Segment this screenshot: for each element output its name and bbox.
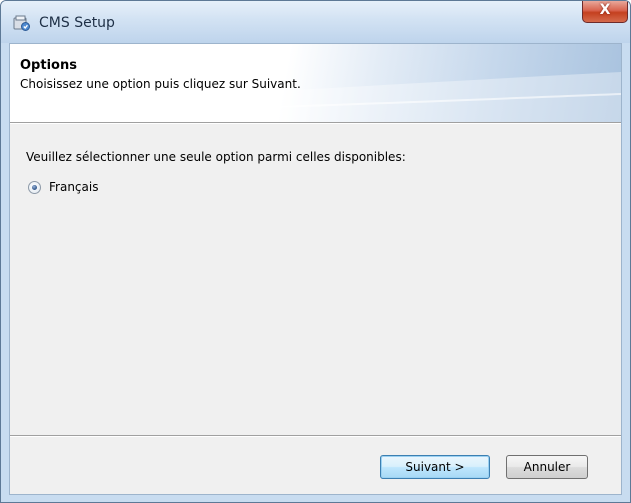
close-icon: X (599, 2, 611, 18)
page-title: Options (20, 58, 77, 73)
title-bar[interactable]: CMS Setup X (1, 1, 630, 43)
setup-window: CMS Setup X Options Choisissez une optio… (0, 0, 631, 503)
setup-icon (13, 15, 30, 31)
option-label[interactable]: Français (49, 180, 98, 194)
instruction-text: Veuillez sélectionner une seule option p… (26, 150, 406, 164)
header-banner: Options Choisissez une option puis cliqu… (10, 44, 621, 122)
window-title: CMS Setup (39, 15, 115, 31)
dialog-client-area: Options Choisissez une option puis cliqu… (9, 43, 622, 495)
page-subtitle: Choisissez une option puis cliquez sur S… (20, 77, 301, 91)
footer-divider (10, 435, 621, 437)
header-divider (10, 122, 621, 124)
close-button[interactable]: X (582, 1, 628, 23)
radio-button-selected[interactable] (28, 181, 41, 194)
cancel-button[interactable]: Annuler (506, 455, 588, 479)
next-button[interactable]: Suivant > (380, 455, 490, 479)
